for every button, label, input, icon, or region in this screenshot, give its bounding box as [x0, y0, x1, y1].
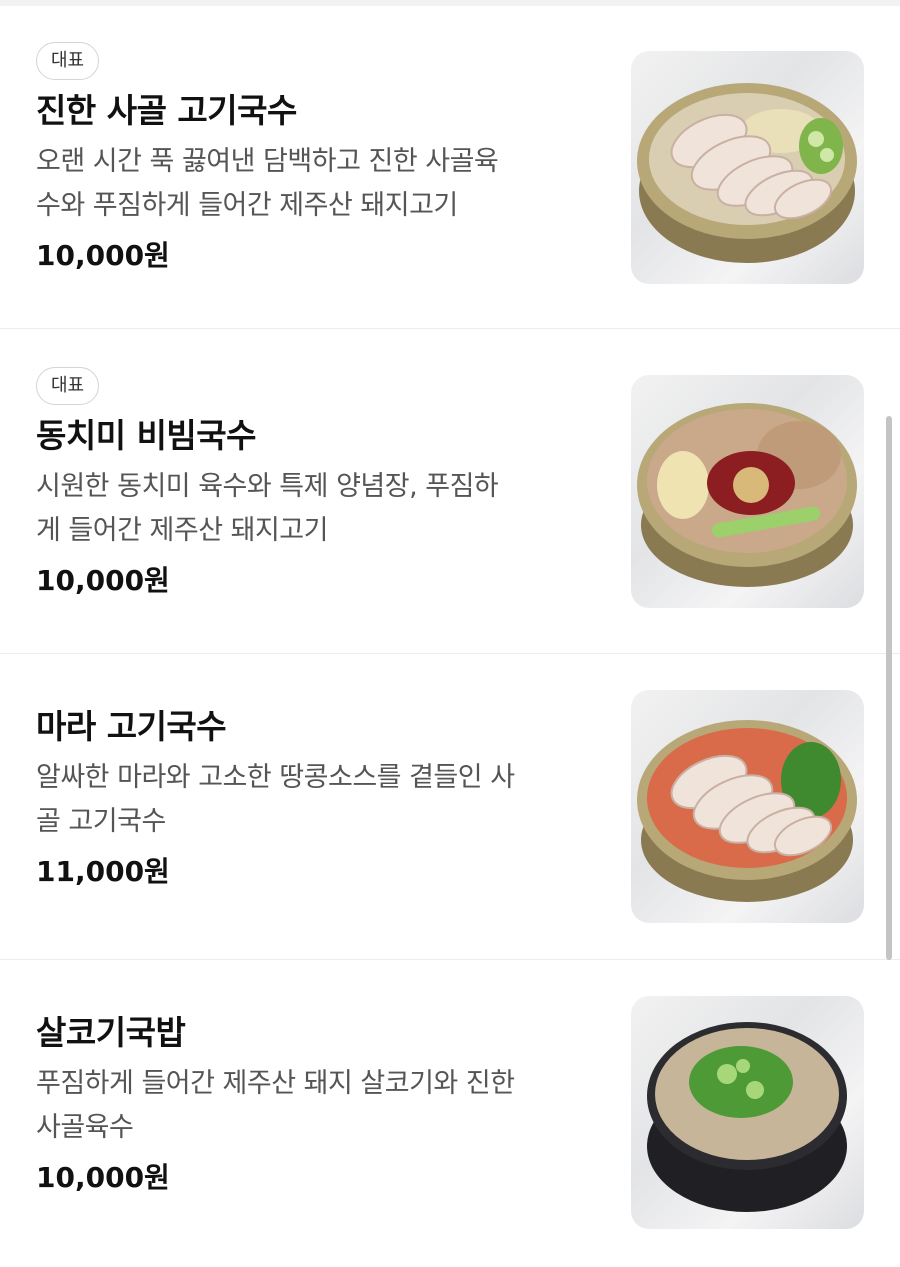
- spicy-bibim-noodle-icon: [637, 403, 857, 587]
- description-line: 알싸한 마라와 고소한 땅콩소스를 곁들인 사: [36, 762, 515, 793]
- menu-item-description: 알싸한 마라와 고소한 땅콩소스를 곁들인 사 골 고기국수: [36, 756, 596, 844]
- menu-item-description: 오랜 시간 푹 끓여낸 담백하고 진한 사골육 수와 푸짐하게 들어간 제주산 …: [36, 140, 596, 228]
- mala-noodle-soup-icon: [637, 720, 857, 902]
- description-line: 수와 푸짐하게 들어간 제주산 돼지고기: [36, 190, 458, 221]
- menu-item[interactable]: 마라 고기국수 알싸한 마라와 고소한 땅콩소스를 곁들인 사 골 고기국수 1…: [0, 654, 900, 960]
- menu-item-price: 11,000원: [36, 855, 170, 888]
- menu-list: 대표 진한 사골 고기국수 오랜 시간 푹 끓여낸 담백하고 진한 사골육 수와…: [0, 6, 900, 1260]
- description-line: 사골육수: [36, 1112, 134, 1143]
- menu-item-name: 동치미 비빔국수: [36, 416, 257, 455]
- spicy-bibim-noodle-photo[interactable]: [631, 375, 864, 608]
- shredded-pork-rice-soup-icon: [647, 1022, 847, 1212]
- menu-item[interactable]: 대표 진한 사골 고기국수 오랜 시간 푹 끓여낸 담백하고 진한 사골육 수와…: [0, 6, 900, 329]
- menu-item-price: 10,000원: [36, 239, 170, 272]
- menu-item[interactable]: 대표 동치미 비빔국수 시원한 동치미 육수와 특제 양념장, 푸짐하 게 들어…: [0, 329, 900, 654]
- menu-item[interactable]: 살코기국밥 푸짐하게 들어간 제주산 돼지 살코기와 진한 사골육수 10,00…: [0, 960, 900, 1260]
- description-line: 푸짐하게 들어간 제주산 돼지 살코기와 진한: [36, 1068, 515, 1099]
- menu-item-description: 푸짐하게 들어간 제주산 돼지 살코기와 진한 사골육수: [36, 1062, 596, 1150]
- menu-item-name: 마라 고기국수: [36, 707, 227, 746]
- shredded-pork-rice-soup-photo[interactable]: [631, 996, 864, 1229]
- menu-item-text: 대표 동치미 비빔국수 시원한 동치미 육수와 특제 양념장, 푸짐하 게 들어…: [36, 367, 596, 603]
- menu-item-text: 마라 고기국수 알싸한 마라와 고소한 땅콩소스를 곁들인 사 골 고기국수 1…: [36, 704, 596, 894]
- menu-item-name: 진한 사골 고기국수: [36, 91, 297, 130]
- pork-noodle-soup-photo[interactable]: [631, 51, 864, 284]
- menu-item-price: 10,000원: [36, 1161, 170, 1194]
- description-line: 오랜 시간 푹 끓여낸 담백하고 진한 사골육: [36, 146, 499, 177]
- menu-item-text: 대표 진한 사골 고기국수 오랜 시간 푹 끓여낸 담백하고 진한 사골육 수와…: [36, 42, 596, 278]
- signature-badge: 대표: [36, 367, 100, 405]
- menu-item-price: 10,000원: [36, 564, 170, 597]
- menu-item-text: 살코기국밥 푸짐하게 들어간 제주산 돼지 살코기와 진한 사골육수 10,00…: [36, 1010, 596, 1200]
- scrollbar[interactable]: [886, 416, 892, 960]
- description-line: 게 들어간 제주산 돼지고기: [36, 515, 329, 546]
- description-line: 골 고기국수: [36, 806, 166, 837]
- signature-badge: 대표: [36, 42, 100, 80]
- pork-noodle-soup-icon: [637, 83, 857, 263]
- description-line: 시원한 동치미 육수와 특제 양념장, 푸짐하: [36, 471, 499, 502]
- menu-item-description: 시원한 동치미 육수와 특제 양념장, 푸짐하 게 들어간 제주산 돼지고기: [36, 465, 596, 553]
- mala-noodle-soup-photo[interactable]: [631, 690, 864, 923]
- menu-item-name: 살코기국밥: [36, 1013, 186, 1052]
